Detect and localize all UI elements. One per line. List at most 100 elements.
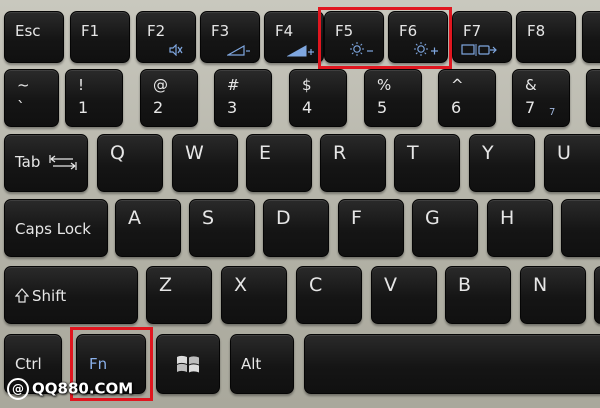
key-s-label: S: [202, 207, 215, 229]
key-7-numpad-label: 7: [549, 107, 556, 118]
f7-label: F7: [463, 22, 482, 40]
key-y-label: Y: [482, 142, 494, 164]
key-x[interactable]: X: [221, 266, 287, 324]
spacebar[interactable]: [304, 334, 600, 394]
f1-label: F1: [81, 22, 100, 40]
key-e-label: E: [259, 142, 272, 164]
key-2[interactable]: @ 2: [140, 69, 198, 127]
caps-lock-label: Caps Lock: [15, 220, 91, 238]
key-b[interactable]: B: [445, 266, 511, 324]
f5-key[interactable]: F5: [324, 11, 384, 63]
f4-label: F4: [275, 22, 294, 40]
key-5-shift-label: %: [377, 76, 392, 94]
key-v-label: V: [384, 274, 397, 296]
volume-down-icon: [227, 44, 250, 56]
watermark: @ QQ880.COM: [7, 378, 133, 400]
f9-key-partial[interactable]: [582, 11, 600, 63]
tab-label: Tab: [15, 153, 41, 171]
key-g[interactable]: G: [412, 199, 478, 257]
key-x-label: X: [234, 274, 248, 296]
key-h-label: H: [500, 207, 515, 229]
key-u-label: U: [557, 142, 571, 164]
display-switch-icon: [461, 44, 497, 56]
key-1-shift-label: !: [78, 76, 85, 94]
key-h[interactable]: H: [487, 199, 553, 257]
key-4[interactable]: $ 4: [289, 69, 347, 127]
key-d[interactable]: D: [263, 199, 329, 257]
key-m-partial[interactable]: [594, 266, 600, 324]
key-f[interactable]: F: [338, 199, 404, 257]
laptop-keyboard: Esc F1 F2 F3 F4 F5 F6 F7 F8 ~ ` ! 1 @ 2 …: [0, 0, 600, 408]
key-q[interactable]: Q: [97, 134, 163, 192]
key-s[interactable]: S: [189, 199, 255, 257]
key-q-label: Q: [110, 142, 125, 164]
brightness-down-icon: [350, 42, 373, 56]
watermark-text: QQ880.COM: [32, 379, 134, 398]
key-n[interactable]: N: [520, 266, 586, 324]
brightness-up-icon: [414, 42, 438, 56]
key-u[interactable]: U: [544, 134, 600, 192]
key-5-label: 5: [377, 98, 388, 117]
watermark-at-symbol: @: [7, 378, 29, 400]
f3-label: F3: [211, 22, 230, 40]
key-6-label: 6: [451, 98, 462, 117]
key-6-shift-label: ^: [451, 76, 464, 94]
volume-up-icon: [287, 45, 314, 57]
key-3-label: 3: [227, 98, 238, 117]
mute-icon: [169, 44, 183, 56]
tab-key[interactable]: Tab: [4, 134, 88, 192]
key-6[interactable]: ^ 6: [438, 69, 496, 127]
key-c[interactable]: C: [296, 266, 362, 324]
key-v[interactable]: V: [371, 266, 437, 324]
left-shift-key[interactable]: Shift: [4, 266, 138, 324]
key-2-shift-label: @: [153, 76, 168, 94]
key-y[interactable]: Y: [469, 134, 535, 192]
key-1-label: 1: [78, 98, 89, 117]
left-alt-key[interactable]: Alt: [230, 334, 294, 394]
key-1[interactable]: ! 1: [65, 69, 123, 127]
tab-arrows-icon: [49, 155, 77, 170]
key-e[interactable]: E: [246, 134, 312, 192]
key-t[interactable]: T: [394, 134, 460, 192]
key-7[interactable]: & 7 7: [512, 69, 570, 127]
f2-key[interactable]: F2: [136, 11, 196, 63]
key-g-label: G: [425, 207, 440, 229]
ctrl-label: Ctrl: [15, 355, 42, 373]
key-j-partial[interactable]: [561, 199, 600, 257]
key-8-partial[interactable]: [586, 69, 600, 127]
f7-key[interactable]: F7: [452, 11, 512, 63]
windows-logo-icon: [177, 355, 199, 373]
backtick-key[interactable]: ~ `: [4, 69, 59, 127]
key-t-label: T: [407, 142, 419, 164]
key-3[interactable]: # 3: [214, 69, 272, 127]
esc-key[interactable]: Esc: [4, 11, 64, 63]
key-a[interactable]: A: [115, 199, 181, 257]
key-n-label: N: [533, 274, 548, 296]
f2-label: F2: [147, 22, 166, 40]
key-z[interactable]: Z: [146, 266, 212, 324]
f6-label: F6: [399, 22, 418, 40]
f6-key[interactable]: F6: [388, 11, 448, 63]
key-a-label: A: [128, 207, 141, 229]
f4-key[interactable]: F4: [264, 11, 324, 63]
f8-key[interactable]: F8: [516, 11, 576, 63]
f8-label: F8: [527, 22, 546, 40]
key-w-label: W: [185, 142, 204, 164]
caps-lock-key[interactable]: Caps Lock: [4, 199, 108, 257]
key-5[interactable]: % 5: [364, 69, 422, 127]
key-f-label: F: [351, 207, 362, 229]
key-d-label: D: [276, 207, 291, 229]
key-w[interactable]: W: [172, 134, 238, 192]
key-2-label: 2: [153, 98, 164, 117]
fn-label: Fn: [89, 355, 108, 373]
key-4-shift-label: $: [302, 76, 312, 94]
f5-label: F5: [335, 22, 354, 40]
key-r-label: R: [333, 142, 347, 164]
f1-key[interactable]: F1: [70, 11, 130, 63]
key-7-shift-label: &: [525, 76, 537, 94]
key-r[interactable]: R: [320, 134, 386, 192]
tilde-label: ~: [17, 76, 30, 94]
f3-key[interactable]: F3: [200, 11, 260, 63]
windows-key[interactable]: [156, 334, 220, 394]
key-4-label: 4: [302, 98, 313, 117]
